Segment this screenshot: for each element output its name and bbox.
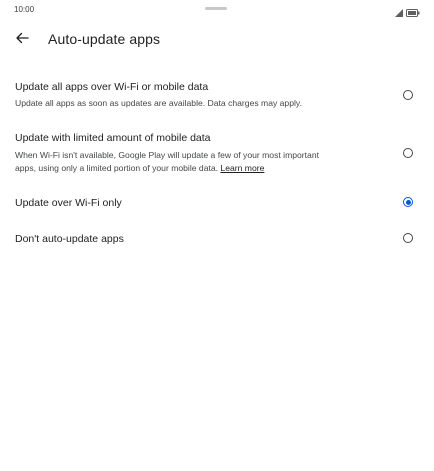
arrow-back-icon — [15, 31, 29, 50]
auto-update-screen: 10:00 Auto-update apps Update all apps o… — [0, 0, 434, 471]
option-description-line-2: apps, using only a limited portion of yo… — [15, 162, 385, 175]
status-time: 10:00 — [14, 5, 35, 14]
option-title: Update with limited amount of mobile dat… — [15, 132, 211, 144]
option-dont-update[interactable]: Don't auto-update apps — [0, 228, 434, 248]
option-limited-data[interactable]: Update with limited amount of mobile dat… — [0, 130, 434, 178]
option-title: Don't auto-update apps — [15, 233, 124, 245]
back-button[interactable] — [10, 28, 34, 52]
top-handle — [205, 7, 227, 10]
radio-update-all[interactable] — [403, 90, 413, 100]
app-bar: Auto-update apps — [0, 24, 434, 56]
option-description: When Wi-Fi isn't available, Google Play … — [15, 149, 385, 174]
radio-limited-data[interactable] — [403, 148, 413, 158]
battery-icon — [406, 4, 420, 22]
radio-wifi-only[interactable] — [403, 197, 413, 207]
signal-icon — [395, 4, 403, 22]
option-wifi-only[interactable]: Update over Wi-Fi only — [0, 192, 434, 212]
option-update-all[interactable]: Update all apps over Wi-Fi or mobile dat… — [0, 78, 434, 118]
option-description-text: apps, using only a limited portion of yo… — [15, 162, 219, 173]
option-description-line: When Wi-Fi isn't available, Google Play … — [15, 150, 319, 160]
page-title: Auto-update apps — [48, 31, 161, 47]
status-icons — [395, 4, 420, 22]
option-description: Update all apps as soon as updates are a… — [15, 97, 385, 110]
option-title: Update over Wi-Fi only — [15, 197, 122, 209]
status-bar: 10:00 — [0, 0, 434, 22]
option-description-line: Update all apps as soon as updates are a… — [15, 98, 302, 108]
learn-more-link[interactable]: Learn more — [220, 163, 264, 173]
option-title: Update all apps over Wi-Fi or mobile dat… — [15, 81, 209, 93]
radio-dont-update[interactable] — [403, 233, 413, 243]
